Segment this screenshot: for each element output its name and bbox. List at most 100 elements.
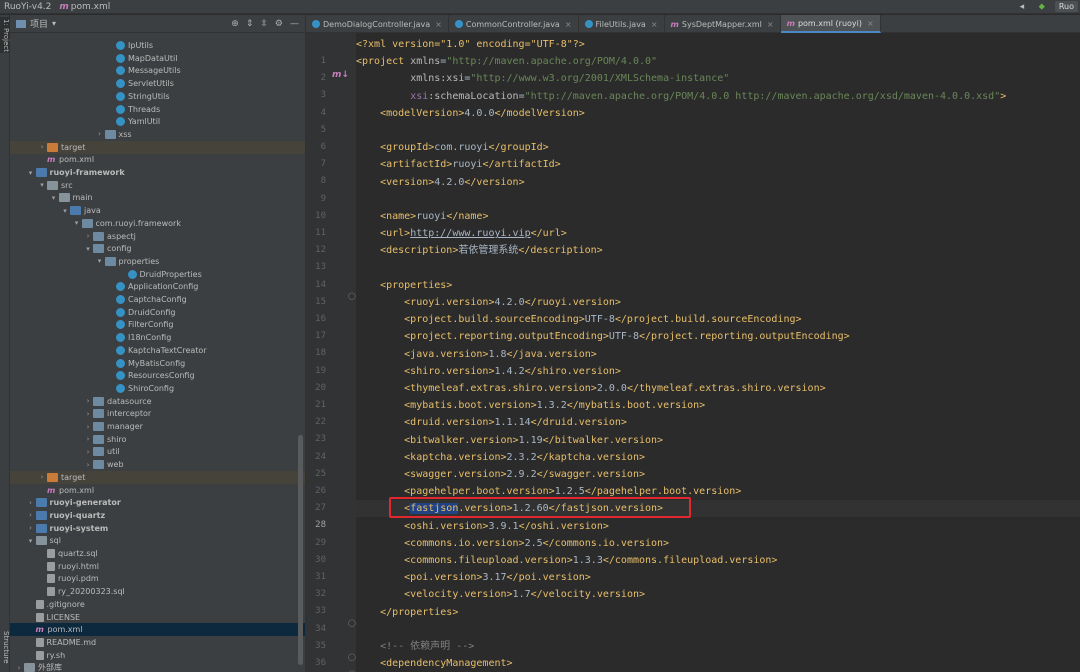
tree-item[interactable]: › ruoyi-system xyxy=(10,522,305,535)
maven-gutter-icon[interactable]: m↓ xyxy=(332,70,349,80)
code-line[interactable]: <description>若依管理系统</description> xyxy=(356,242,1080,259)
tree-item[interactable]: ry.sh xyxy=(10,649,305,662)
code-line[interactable]: <?xml version="1.0" encoding="UTF-8"?> xyxy=(356,36,1080,53)
hide-icon[interactable]: — xyxy=(290,19,299,29)
tree-item[interactable]: ▾ com.ruoyi.framework xyxy=(10,217,305,230)
project-tool-tab[interactable]: 1: Project xyxy=(0,17,10,53)
chevron-down-icon[interactable]: ▾ xyxy=(37,181,47,189)
project-scrollbar[interactable] xyxy=(298,435,303,665)
tree-item[interactable]: IpUtils xyxy=(10,39,305,52)
locate-icon[interactable]: ⊕ xyxy=(231,19,239,29)
tree-item[interactable]: MessageUtils xyxy=(10,64,305,77)
tree-item[interactable]: README.md xyxy=(10,636,305,649)
tree-item[interactable]: ry_20200323.sql xyxy=(10,585,305,598)
chevron-right-icon[interactable]: › xyxy=(14,664,24,672)
structure-tool-tab[interactable]: Structure xyxy=(0,627,10,667)
chevron-right-icon[interactable]: › xyxy=(83,397,93,405)
editor-tab[interactable]: DemoDialogController.java × xyxy=(306,15,449,33)
chevron-right-icon[interactable]: › xyxy=(26,511,36,519)
code-line[interactable]: <ruoyi.version>4.2.0</ruoyi.version> xyxy=(356,294,1080,311)
chevron-right-icon[interactable]: › xyxy=(83,423,93,431)
tree-item[interactable]: .gitignore xyxy=(10,598,305,611)
tree-item[interactable]: › web xyxy=(10,458,305,471)
collapse-all-icon[interactable]: ⇳ xyxy=(260,19,268,29)
code-line[interactable]: <thymeleaf.extras.shiro.version>2.0.0</t… xyxy=(356,380,1080,397)
tree-item[interactable]: FilterConfig xyxy=(10,318,305,331)
tree-item[interactable]: MapDataUtil xyxy=(10,52,305,65)
code-line[interactable]: <oshi.version>3.9.1</oshi.version> xyxy=(356,518,1080,535)
code-line[interactable]: <modelVersion>4.0.0</modelVersion> xyxy=(356,105,1080,122)
chevron-down-icon[interactable]: ▾ xyxy=(26,537,36,545)
chevron-right-icon[interactable]: › xyxy=(37,143,47,151)
tree-item[interactable]: DruidProperties xyxy=(10,268,305,281)
tree-item[interactable]: KaptchaTextCreator xyxy=(10,344,305,357)
chevron-right-icon[interactable]: › xyxy=(26,524,36,532)
close-icon[interactable]: × xyxy=(767,20,774,29)
tree-item[interactable]: ▾ config xyxy=(10,242,305,255)
chevron-right-icon[interactable]: › xyxy=(95,130,105,138)
code-line[interactable]: <velocity.version>1.7</velocity.version> xyxy=(356,586,1080,603)
tree-item[interactable]: › ruoyi-quartz xyxy=(10,509,305,522)
tree-item[interactable]: ▾ src xyxy=(10,179,305,192)
breadcrumb-file[interactable]: m pom.xml xyxy=(55,2,114,12)
tree-item[interactable]: › target xyxy=(10,140,305,154)
chevron-down-icon[interactable]: ▾ xyxy=(26,169,36,177)
code-line[interactable]: <project xmlns="http://maven.apache.org/… xyxy=(356,53,1080,70)
tree-item[interactable]: › shiro xyxy=(10,433,305,446)
editor-tab[interactable]: m SysDeptMapper.xml × xyxy=(665,15,781,33)
tree-item[interactable]: MyBatisConfig xyxy=(10,357,305,370)
tree-item[interactable]: ApplicationConfig xyxy=(10,280,305,293)
code-line[interactable]: <commons.fileupload.version>1.3.3</commo… xyxy=(356,552,1080,569)
code-line[interactable]: <version>4.2.0</version> xyxy=(356,174,1080,191)
tree-item[interactable]: m pom.xml xyxy=(10,484,305,497)
tree-item[interactable]: › 外部库 xyxy=(10,661,305,672)
chevron-down-icon[interactable]: ▾ xyxy=(72,219,82,227)
tree-item[interactable]: ServletUtils xyxy=(10,77,305,90)
tree-item[interactable]: DruidConfig xyxy=(10,306,305,319)
code-line[interactable] xyxy=(356,621,1080,638)
tree-item[interactable]: ShiroConfig xyxy=(10,382,305,395)
chevron-right-icon[interactable]: › xyxy=(37,473,47,481)
tree-item[interactable]: I18nConfig xyxy=(10,331,305,344)
editor-tab[interactable]: m pom.xml (ruoyi) × xyxy=(780,15,881,33)
close-icon[interactable]: × xyxy=(867,19,874,28)
tree-item[interactable]: › ruoyi-generator xyxy=(10,496,305,509)
editor-tab[interactable]: CommonController.java × xyxy=(449,15,579,33)
chevron-down-icon[interactable]: ▾ xyxy=(52,19,56,28)
fold-icon[interactable]: ◯ xyxy=(348,292,356,300)
code-line[interactable]: xsi:schemaLocation="http://maven.apache.… xyxy=(356,88,1080,105)
tree-item[interactable]: › target xyxy=(10,470,305,484)
code-line[interactable]: <swagger.version>2.9.2</swagger.version> xyxy=(356,466,1080,483)
build-icon[interactable]: ⬥ xyxy=(1035,2,1049,12)
close-icon[interactable]: × xyxy=(651,20,658,29)
editor-tab[interactable]: FileUtils.java × xyxy=(579,15,665,33)
tree-item[interactable]: ▾ java xyxy=(10,204,305,217)
tree-item[interactable]: ResourcesConfig xyxy=(10,369,305,382)
breadcrumb-project[interactable]: RuoYi-v4.2 xyxy=(0,2,55,12)
tree-item[interactable]: m pom.xml xyxy=(10,623,305,637)
code-line[interactable]: <shiro.version>1.4.2</shiro.version> xyxy=(356,363,1080,380)
chevron-right-icon[interactable]: › xyxy=(83,410,93,418)
expand-all-icon[interactable]: ⇕ xyxy=(246,19,254,29)
code-line[interactable]: <!-- 依赖声明 --> xyxy=(356,638,1080,655)
code-line[interactable]: <dependencyManagement> xyxy=(356,655,1080,672)
tree-item[interactable]: quartz.sql xyxy=(10,547,305,560)
tree-item[interactable]: › datasource xyxy=(10,395,305,408)
code-line[interactable]: <java.version>1.8</java.version> xyxy=(356,346,1080,363)
code-line[interactable]: <groupId>com.ruoyi</groupId> xyxy=(356,139,1080,156)
code-line[interactable]: <kaptcha.version>2.3.2</kaptcha.version> xyxy=(356,449,1080,466)
tree-item[interactable]: › xss xyxy=(10,128,305,141)
code-line[interactable]: <url>http://www.ruoyi.vip</url> xyxy=(356,225,1080,242)
tree-item[interactable]: m pom.xml xyxy=(10,153,305,166)
tree-item[interactable]: › manager xyxy=(10,420,305,433)
gear-icon[interactable]: ⚙ xyxy=(275,19,283,29)
code-line[interactable]: <project.build.sourceEncoding>UTF-8</pro… xyxy=(356,311,1080,328)
chevron-down-icon[interactable]: ▾ xyxy=(60,207,70,215)
tree-item[interactable]: CaptchaConfig xyxy=(10,293,305,306)
chevron-down-icon[interactable]: ▾ xyxy=(95,257,105,265)
tree-item[interactable]: Threads xyxy=(10,103,305,116)
code-line[interactable]: <commons.io.version>2.5</commons.io.vers… xyxy=(356,535,1080,552)
tree-item[interactable]: › interceptor xyxy=(10,407,305,420)
code-line[interactable]: <artifactId>ruoyi</artifactId> xyxy=(356,156,1080,173)
tree-item[interactable]: ruoyi.pdm xyxy=(10,572,305,585)
